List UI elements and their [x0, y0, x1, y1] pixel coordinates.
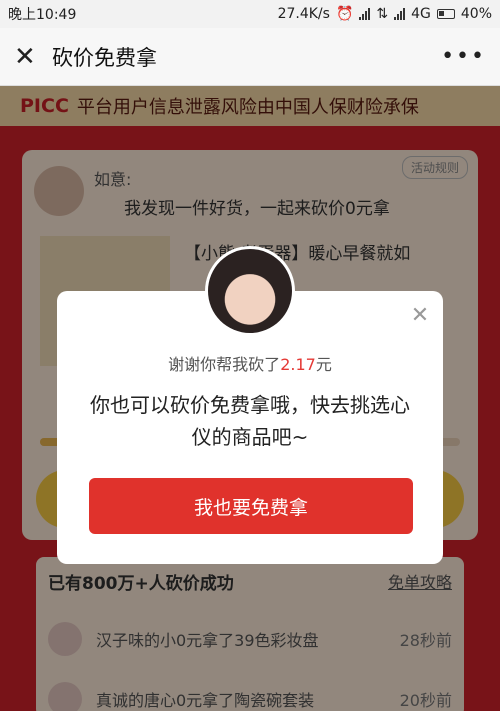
dialog-subtitle: 谢谢你帮我砍了2.17元 — [57, 351, 443, 375]
signal-icon-2 — [394, 8, 406, 20]
network-speed: 27.4K/s — [277, 6, 330, 22]
page-title: 砍价免费拿 — [52, 45, 157, 70]
network-type: 4G — [411, 6, 431, 22]
alarm-icon: ⏰ — [335, 6, 354, 22]
battery-icon — [436, 9, 455, 19]
status-icons: 27.4K/s ⏰ ⇅ 4G 40% — [278, 6, 492, 22]
status-bar: 晚上10:49 27.4K/s ⏰ ⇅ 4G 40% — [0, 0, 500, 28]
battery-level: 40% — [460, 6, 492, 22]
more-icon[interactable]: ••• — [441, 44, 486, 69]
subtitle-suffix: 元 — [315, 355, 332, 374]
data-arrows-icon: ⇅ — [376, 6, 389, 22]
avatar — [205, 246, 295, 336]
close-icon[interactable]: ✕ — [14, 42, 44, 72]
signal-icon — [359, 8, 371, 20]
close-icon[interactable]: ✕ — [409, 305, 431, 327]
bargain-amount: 2.17 — [280, 355, 316, 374]
dialog-message: 你也可以砍价免费拿哦，快去挑选心仪的商品吧~ — [90, 393, 410, 449]
subtitle-prefix: 谢谢你帮我砍了 — [168, 355, 281, 374]
get-free-button[interactable]: 我也要免费拿 — [89, 478, 413, 534]
avatar-face — [208, 249, 292, 333]
status-time: 晚上10:49 — [8, 7, 77, 23]
nav-bar: ✕ 砍价免费拿 ••• — [0, 28, 500, 86]
